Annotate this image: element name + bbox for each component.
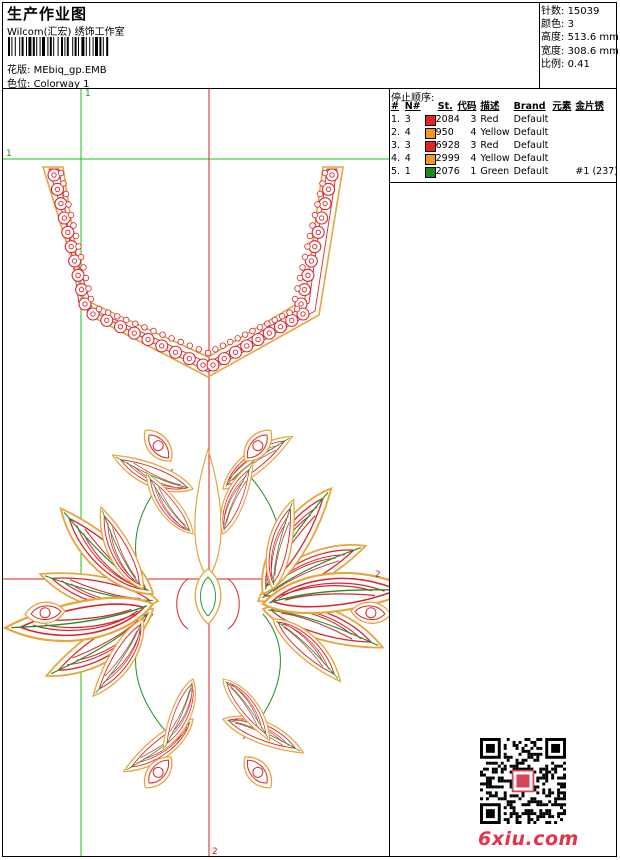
color-swatch [424,115,436,126]
row-element [550,139,573,152]
row-description: Yellow [480,153,510,164]
color-swatch [424,154,436,165]
row-sequin [573,152,620,165]
table-row: 2. 4 950 4 Yellow Default [389,126,620,139]
row-needle: 4 [404,127,411,138]
color-swatch [424,167,436,178]
color-swatch [424,128,436,139]
stat-colors: 颜色: 3 [541,19,574,31]
row-sequin [573,113,620,126]
row-sequin [573,139,620,152]
design-file-row: 花版: MEbiq_gp.EMB [7,61,107,76]
col-header-element: 元素 [552,101,572,112]
axis-label-y1: 1 [6,149,12,159]
row-description: Red [480,140,499,151]
row-stitches: 2076 [423,165,460,178]
row-description: Red [480,114,499,125]
row-description: Yellow [480,127,510,138]
table-row: 5. 1 2076 1 Green Default #1 (237) [389,165,620,178]
color-swatch [424,141,436,152]
stat-scale: 比例: 0.41 [541,58,590,70]
qr-code [480,738,566,824]
stats-divider [539,2,540,89]
row-needle: 1 [404,166,411,177]
row-needle: 3 [404,140,411,151]
table-row: 1. 3 2084 3 Red Default [389,113,620,126]
row-needle: 4 [404,153,411,164]
studio-name: Wilcom(汇宏) 绣饰工作室 [7,27,125,38]
row-description: Green [480,166,510,177]
row-number: 3. [391,140,401,151]
colorway-row: 色位: Colorway 1 [7,75,89,90]
row-sequin [573,126,620,139]
row-code: 4 [470,127,477,138]
row-stitches: 2084 [423,113,460,126]
row-brand: Default [513,140,549,151]
stat-stitches: 针数: 15039 [541,6,600,17]
row-element [550,113,573,126]
stop-sequence-table: # N# St. 代码 描述 Brand 元素 金片锈 1. 3 2084 3 Red D… [389,100,620,178]
row-element [550,165,573,178]
axis-label-x1: 1 [85,89,91,99]
stat-height: 高度: 513.6 mm [541,32,619,44]
table-header-row: # N# St. 代码 描述 Brand 元素 金片锈 [389,100,620,113]
row-sequin: #1 (237) [575,166,618,177]
watermark-logo: 6xiu.com [478,828,579,850]
table-bottom-line [389,182,617,183]
col-header-stitches: St. [437,101,453,112]
row-brand: Default [513,114,549,125]
row-stitches: 6928 [423,139,460,152]
table-row: 3. 3 6928 3 Red Default [389,139,620,152]
row-number: 2. [391,127,401,138]
sheet-divider [389,88,390,856]
row-brand: Default [513,153,549,164]
row-stitches: 950 [423,126,455,139]
row-element [550,126,573,139]
row-number: 1. [391,114,401,125]
axis-label-y2: 2 [375,570,381,580]
col-header-brand: Brand [513,101,546,112]
row-needle: 3 [404,114,411,125]
design-stats: 针数: 15039 颜色: 3 高度: 513.6 mm 宽度: 308.6 m… [541,5,619,71]
barcode [8,37,109,56]
row-stitches: 2999 [423,152,460,165]
row-element [550,152,573,165]
page-title: 生产作业图 [7,5,88,23]
row-brand: Default [513,166,549,177]
embroidery-design: 1 1 2 2 [3,89,389,856]
row-number: 5. [391,166,401,177]
col-header-num: # [391,101,399,112]
axis-label-x2: 2 [212,847,218,856]
row-number: 4. [391,153,401,164]
col-header-code: 代码 [457,101,477,112]
stat-width: 宽度: 308.6 mm [541,45,619,57]
col-header-sequin: 金片锈 [575,101,604,112]
table-row: 4. 4 2999 4 Yellow Default [389,152,620,165]
row-brand: Default [513,127,549,138]
col-header-desc: 描述 [480,101,500,112]
col-header-n: N# [404,101,421,112]
